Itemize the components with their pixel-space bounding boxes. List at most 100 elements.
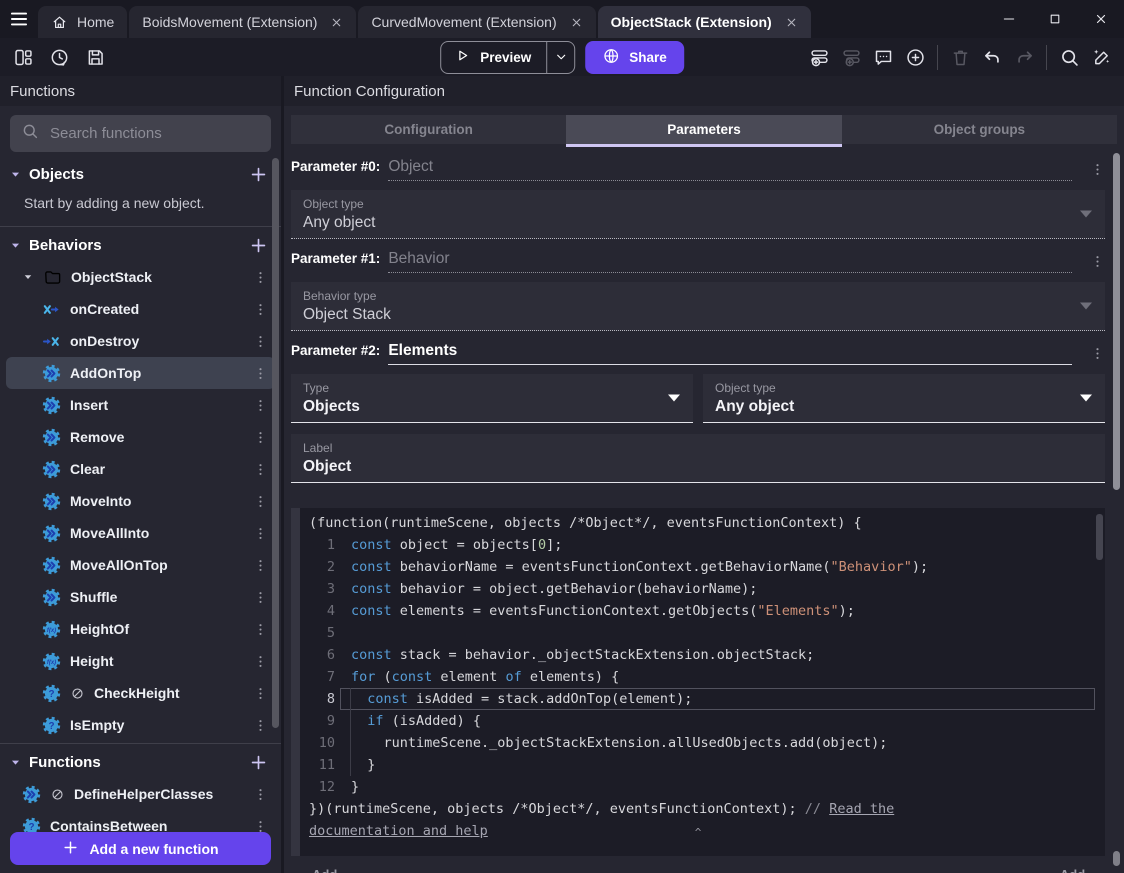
sidebar-item-oncreated[interactable]: onCreated xyxy=(6,293,275,325)
minimize-icon[interactable] xyxy=(986,0,1032,38)
add-behaviors-icon[interactable] xyxy=(249,236,268,255)
sidebar-item-ondestroy[interactable]: onDestroy xyxy=(6,325,275,357)
add-new-function-button[interactable]: Add a new function xyxy=(10,832,271,865)
parameter-name-input[interactable]: Elements xyxy=(388,342,1072,365)
tab-curvedmovement-extension[interactable]: CurvedMovement (Extension) xyxy=(358,6,596,38)
tab-boidsmovement-extension[interactable]: BoidsMovement (Extension) xyxy=(129,6,357,38)
field-behavior-type[interactable]: Behavior type Object Stack xyxy=(291,282,1105,331)
chevron-down-icon[interactable] xyxy=(1080,302,1092,310)
chevron-down-icon[interactable] xyxy=(668,394,680,402)
sidebar-item-moveallontop[interactable]: MoveAllOnTop xyxy=(6,549,275,581)
item-menu-icon[interactable] xyxy=(253,590,268,605)
sidebar-scrollbar[interactable] xyxy=(272,158,279,728)
history-icon[interactable] xyxy=(44,42,74,72)
item-menu-icon[interactable] xyxy=(253,526,268,541)
documentation-link[interactable]: Read the xyxy=(829,801,894,817)
code-text: } xyxy=(351,779,360,795)
tab-objectstack-extension[interactable]: ObjectStack (Extension) xyxy=(597,6,811,38)
documentation-link[interactable]: documentation and help xyxy=(309,823,488,839)
magic-pen-icon[interactable] xyxy=(1086,42,1116,72)
add-circle-icon[interactable] xyxy=(900,42,930,72)
item-menu-icon[interactable] xyxy=(253,622,268,637)
section-header-objects[interactable]: Objects xyxy=(0,158,281,190)
panel-scrollbar[interactable] xyxy=(1113,851,1120,866)
svg-text:?: ? xyxy=(48,689,54,700)
sidebar-item-objectstack[interactable]: ObjectStack xyxy=(6,261,275,293)
sidebar-item-label: onDestroy xyxy=(70,333,140,349)
item-menu-icon[interactable] xyxy=(253,718,268,733)
code-editor[interactable]: (function(runtimeScene, objects /*Object… xyxy=(291,508,1105,856)
parameter-name-input[interactable]: Object xyxy=(388,158,1072,181)
field-label[interactable]: Label Object xyxy=(291,434,1105,483)
undo-icon[interactable] xyxy=(977,42,1007,72)
save-icon[interactable] xyxy=(80,42,110,72)
sidebar-item-isempty[interactable]: ? IsEmpty xyxy=(6,709,275,741)
section-header-functions[interactable]: Functions xyxy=(0,746,281,778)
sidebar-item-moveallinto[interactable]: MoveAllInto xyxy=(6,517,275,549)
sidebar-item-remove[interactable]: Remove xyxy=(6,421,275,453)
preview-button[interactable]: Preview xyxy=(440,40,576,74)
tab-configuration[interactable]: Configuration xyxy=(291,115,567,144)
parameter-menu-icon[interactable] xyxy=(1090,254,1105,269)
share-button[interactable]: Share xyxy=(585,40,684,74)
sidebar-item-insert[interactable]: Insert xyxy=(6,389,275,421)
field-object-type[interactable]: Object type Any object xyxy=(291,190,1105,239)
hamburger-menu-icon[interactable] xyxy=(0,0,38,38)
parameters-scrollbar[interactable] xyxy=(1113,153,1120,490)
preview-button-main[interactable]: Preview xyxy=(441,42,546,73)
item-menu-icon[interactable] xyxy=(253,787,268,802)
sidebar-item-height[interactable]: f(x) Height xyxy=(6,645,275,677)
sidebar-item-heightof[interactable]: f(x) HeightOf xyxy=(6,613,275,645)
chevron-down-icon[interactable] xyxy=(1080,394,1092,402)
sidebar-item-checkheight[interactable]: ? CheckHeight xyxy=(6,677,275,709)
preview-dropdown-button[interactable] xyxy=(547,42,574,73)
item-menu-icon[interactable] xyxy=(253,334,268,349)
parameter-header-object: Parameter #0: Object xyxy=(291,158,1105,181)
item-menu-icon[interactable] xyxy=(253,558,268,573)
chevron-down-icon[interactable] xyxy=(1080,210,1092,218)
caret-down-icon[interactable] xyxy=(9,239,22,252)
item-menu-icon[interactable] xyxy=(253,302,268,317)
item-menu-icon[interactable] xyxy=(253,398,268,413)
section-header-behaviors[interactable]: Behaviors xyxy=(0,229,281,261)
fold-hint[interactable]: ^ xyxy=(695,822,702,844)
tab-close-icon[interactable] xyxy=(785,16,798,29)
item-menu-icon[interactable] xyxy=(253,654,268,669)
tab-home[interactable]: Home xyxy=(38,6,128,38)
parameter-name-input[interactable]: Behavior xyxy=(388,250,1072,273)
add-comment-icon[interactable] xyxy=(868,42,898,72)
parameter-menu-icon[interactable] xyxy=(1090,162,1105,177)
caret-down-icon[interactable] xyxy=(22,271,34,283)
panels-icon[interactable] xyxy=(8,42,38,72)
field-object-type[interactable]: Object type Any object xyxy=(703,374,1105,423)
caret-down-icon[interactable] xyxy=(9,168,22,181)
parameter-menu-icon[interactable] xyxy=(1090,346,1105,361)
item-menu-icon[interactable] xyxy=(253,430,268,445)
close-icon[interactable] xyxy=(1078,0,1124,38)
add-event-icon[interactable] xyxy=(804,42,834,72)
item-menu-icon[interactable] xyxy=(253,494,268,509)
sidebar-item-clear[interactable]: Clear xyxy=(6,453,275,485)
search-functions-box[interactable] xyxy=(10,115,271,152)
sidebar-item-addontop[interactable]: AddOnTop xyxy=(6,357,275,389)
search-icon[interactable] xyxy=(1054,42,1084,72)
sidebar-item-definehelperclasses[interactable]: DefineHelperClasses xyxy=(6,778,275,810)
search-functions-input[interactable] xyxy=(48,124,260,143)
item-menu-icon[interactable] xyxy=(253,366,268,381)
add-objects-icon[interactable] xyxy=(249,165,268,184)
sidebar-item-shuffle[interactable]: Shuffle xyxy=(6,581,275,613)
tab-parameters[interactable]: Parameters xyxy=(566,115,842,147)
tab-close-icon[interactable] xyxy=(330,16,343,29)
tab-object-groups[interactable]: Object groups xyxy=(841,115,1117,144)
item-menu-icon[interactable] xyxy=(253,686,268,701)
tab-close-icon[interactable] xyxy=(570,16,583,29)
line-number: 7 xyxy=(326,669,335,685)
add-functions-icon[interactable] xyxy=(249,753,268,772)
item-menu-icon[interactable] xyxy=(253,462,268,477)
code-scrollbar[interactable] xyxy=(1096,514,1103,560)
maximize-icon[interactable] xyxy=(1032,0,1078,38)
caret-down-icon[interactable] xyxy=(9,756,22,769)
sidebar-item-moveinto[interactable]: MoveInto xyxy=(6,485,275,517)
field-type[interactable]: Type Objects xyxy=(291,374,693,423)
item-menu-icon[interactable] xyxy=(253,270,268,285)
